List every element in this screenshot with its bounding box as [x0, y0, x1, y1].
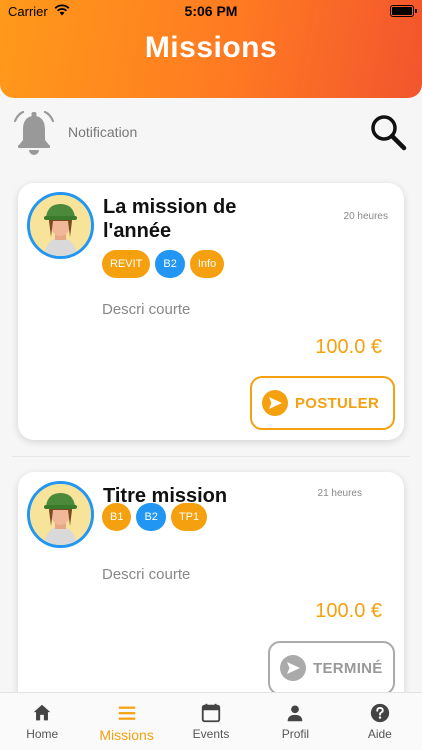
completed-button-label: TERMINÉ — [313, 659, 383, 677]
tab-aide[interactable]: Aide — [338, 693, 422, 750]
status-time: 5:06 PM — [184, 3, 238, 19]
tag-badge: REVIT — [102, 250, 151, 278]
tab-profil[interactable]: Profil — [253, 693, 337, 750]
mission-card[interactable]: La mission de l'année 20 heures REVIT B2… — [18, 183, 404, 440]
tag-list: B1 B2 TP1 — [102, 503, 208, 531]
home-icon — [33, 704, 51, 721]
mission-price: 100.0 € — [315, 600, 382, 622]
search-icon[interactable] — [368, 112, 408, 152]
tab-label: Home — [26, 727, 59, 741]
avatar — [27, 192, 94, 259]
mission-card[interactable]: Titre mission 21 heures B1 B2 TP1 Descri… — [18, 472, 404, 712]
menu-icon — [118, 706, 135, 720]
tab-label: Events — [192, 727, 230, 741]
tab-label: Profil — [281, 727, 310, 741]
battery-icon — [390, 5, 417, 17]
tag-badge: B1 — [102, 503, 132, 531]
tab-home[interactable]: Home — [0, 693, 84, 750]
tab-label: Aide — [367, 727, 392, 741]
tag-list: REVIT B2 Info — [102, 250, 225, 278]
send-icon — [262, 390, 288, 416]
mission-description: Descri courte — [102, 566, 191, 583]
apply-button[interactable]: POSTULER — [250, 376, 395, 430]
avatar — [27, 481, 94, 548]
tab-events[interactable]: Events — [169, 693, 253, 750]
mission-time: 20 heures — [343, 211, 388, 222]
mission-title: La mission de l'année — [103, 196, 237, 242]
tab-missions[interactable]: Missions — [84, 693, 168, 750]
mission-time: 21 heures — [317, 488, 362, 499]
tab-bar: Home Missions Events Profil Aide — [0, 692, 422, 750]
mission-price: 100.0 € — [315, 336, 382, 358]
calendar-icon — [201, 703, 221, 723]
mission-description: Descri courte — [102, 301, 191, 318]
apply-button-label: POSTULER — [295, 394, 380, 412]
divider — [12, 456, 410, 457]
tag-badge: B2 — [155, 250, 185, 278]
tag-badge: Info — [189, 250, 225, 278]
status-bar: Carrier 5:06 PM — [0, 0, 422, 22]
notification-row: Notification — [0, 104, 422, 160]
tab-label: Missions — [99, 727, 154, 743]
page-title: Missions — [144, 31, 278, 64]
header: Carrier 5:06 PM Missions — [0, 0, 422, 98]
notification-label[interactable]: Notification — [68, 124, 137, 140]
tag-badge: TP1 — [170, 503, 208, 531]
tag-badge: B2 — [136, 503, 166, 531]
person-icon — [288, 705, 303, 722]
completed-button[interactable]: TERMINÉ — [268, 641, 395, 695]
bell-icon[interactable] — [12, 110, 56, 156]
help-icon — [370, 703, 389, 723]
send-icon — [280, 655, 306, 681]
